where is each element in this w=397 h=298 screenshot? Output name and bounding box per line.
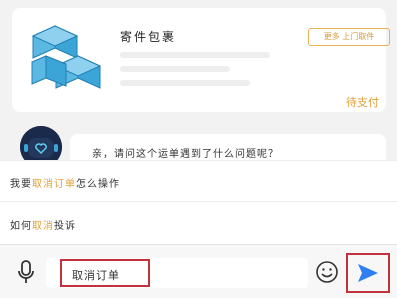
suggestion-highlight: 取消订单	[32, 179, 76, 190]
package-boxes-icon	[31, 25, 102, 89]
input-highlight-box: 取消订单	[60, 259, 150, 287]
suggestion-highlight: 取消	[32, 221, 54, 232]
input-bar: 取消订单	[0, 244, 397, 298]
suggestion-panel: 我要取消订单怎么操作 如何取消投诉	[0, 160, 397, 244]
pickup-button[interactable]: 更多 上门取件	[308, 28, 390, 46]
smiley-icon[interactable]	[315, 260, 339, 284]
placeholder-line	[120, 66, 230, 72]
order-card[interactable]: 寄件包裹 更多 上门取件 待支付	[12, 8, 390, 112]
suggestion-prefix: 如何	[10, 221, 32, 232]
bot-message-text: 亲，请问这个运单遇到了什么问题呢？	[92, 149, 279, 160]
placeholder-line	[120, 52, 270, 58]
suggestion-item[interactable]: 如何取消投诉	[10, 217, 76, 232]
suggestion-item[interactable]: 我要取消订单怎么操作	[10, 175, 120, 190]
divider	[0, 201, 397, 202]
message-input-text: 取消订单	[72, 269, 120, 282]
order-title: 寄件包裹	[120, 30, 177, 44]
suggestion-suffix: 怎么操作	[76, 179, 120, 190]
placeholder-line	[120, 80, 250, 86]
suggestion-prefix: 我要	[10, 179, 32, 190]
suggestion-suffix: 投诉	[54, 221, 76, 232]
send-highlight-box	[346, 253, 390, 293]
send-arrow-icon[interactable]	[356, 261, 380, 285]
message-input[interactable]: 取消订单	[46, 258, 308, 288]
order-status: 待支付	[346, 96, 379, 109]
microphone-icon[interactable]	[16, 260, 36, 284]
